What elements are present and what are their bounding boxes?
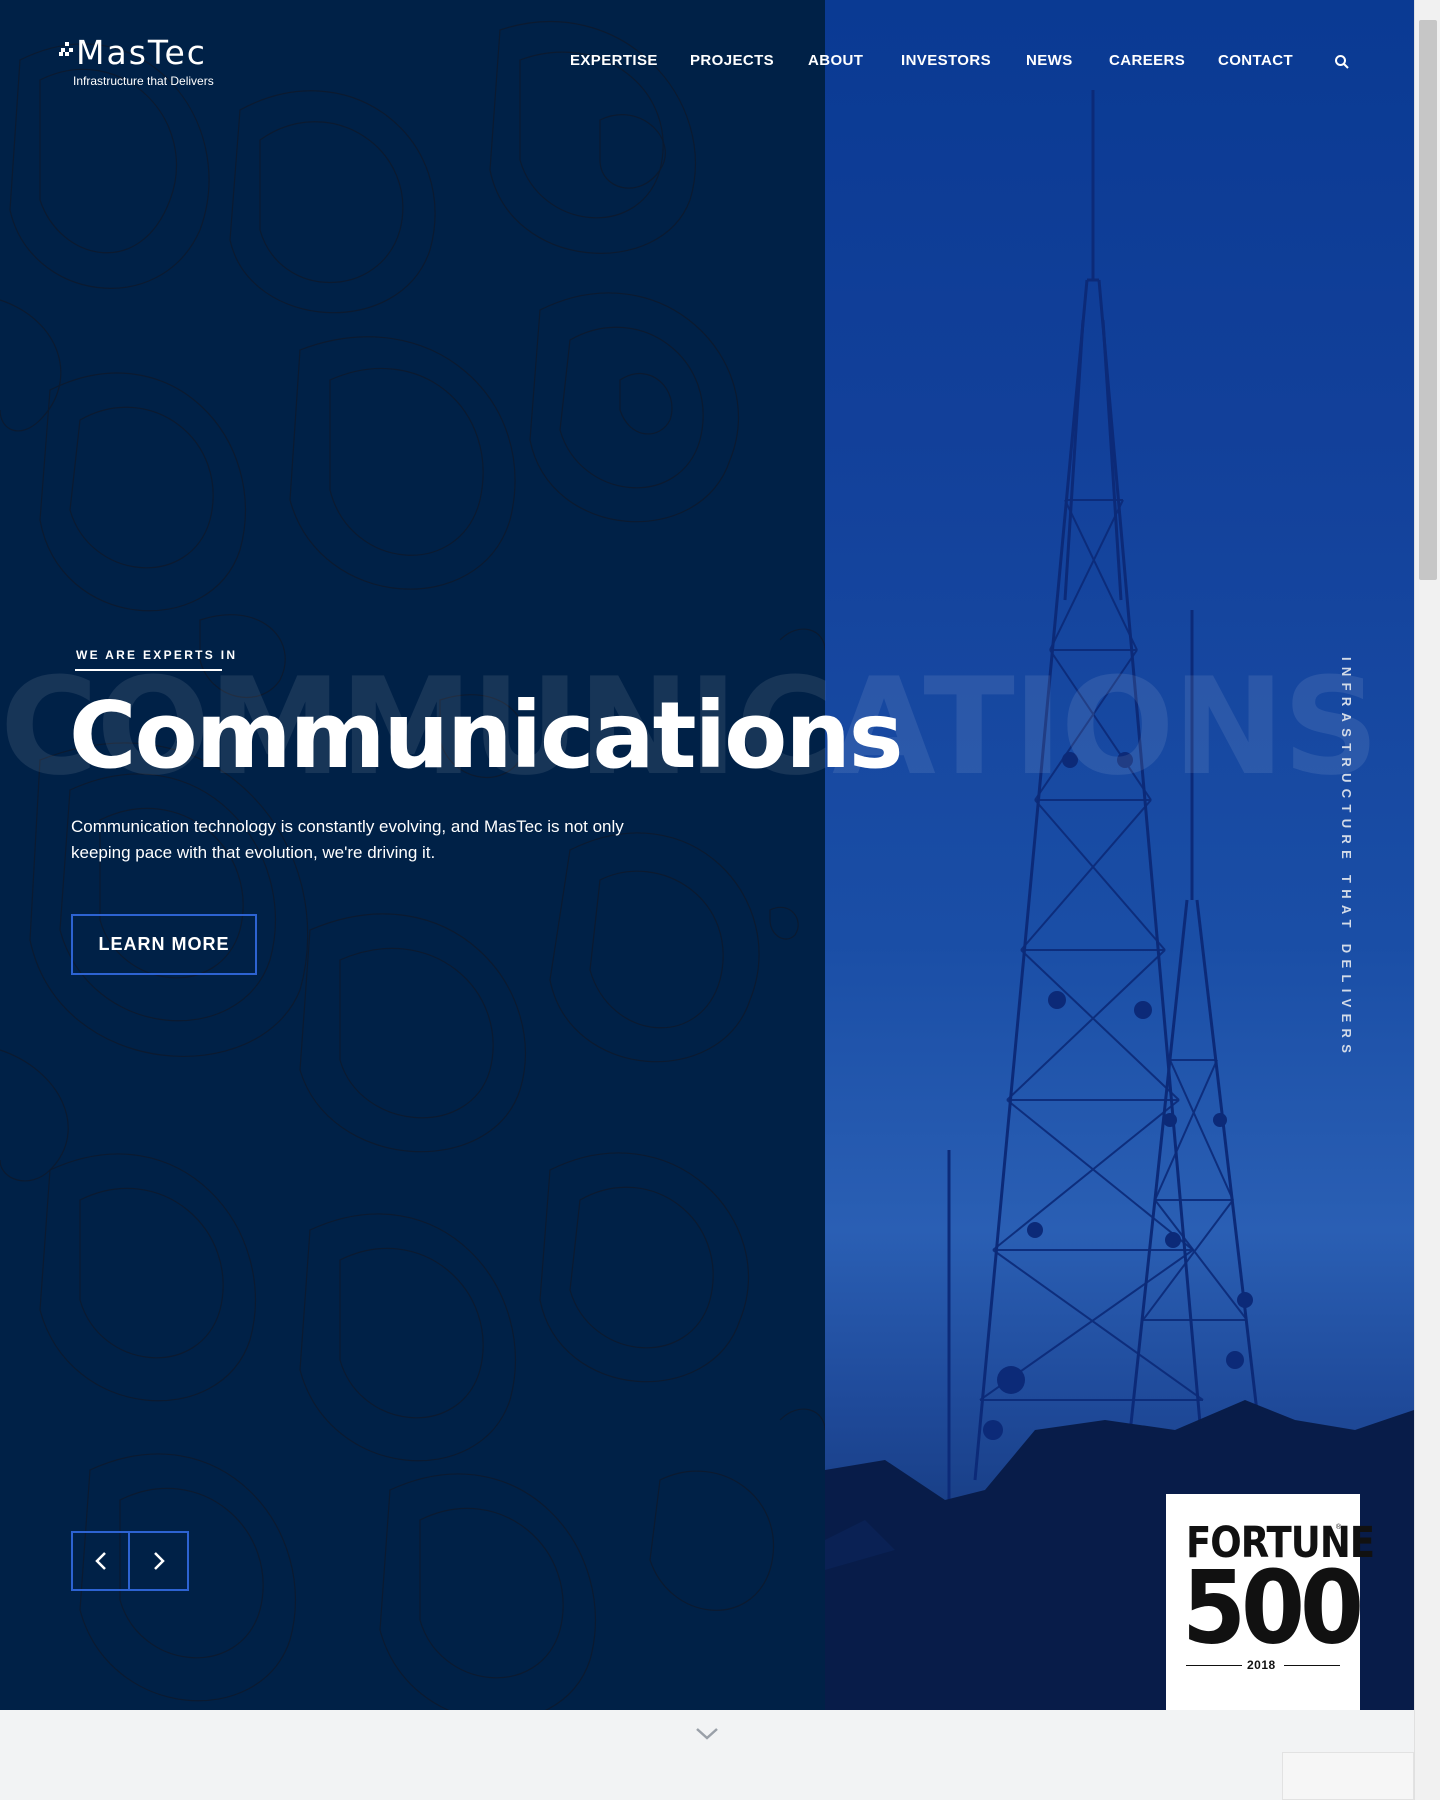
eyebrow-underline [75, 669, 222, 671]
fortune-registered-mark: ® [1336, 1524, 1342, 1531]
learn-more-button[interactable]: LEARN MORE [71, 914, 257, 975]
nav-item-about[interactable]: ABOUT [808, 52, 863, 69]
slider-prev-button[interactable] [73, 1533, 130, 1589]
vertical-tagline-text: INFRASTRUCTURE THAT DELIVERS [1339, 657, 1354, 1060]
scrollbar-thumb[interactable] [1419, 20, 1437, 580]
search-icon[interactable] [1334, 54, 1350, 70]
chevron-down-icon[interactable] [694, 1724, 720, 1744]
hero-section: COMMUNICATIONS MasTec Infrastructure tha… [0, 0, 1414, 1710]
hero-description: Communication technology is constantly e… [71, 817, 624, 862]
nav-item-expertise[interactable]: EXPERTISE [570, 52, 658, 69]
page-scrollbar[interactable] [1414, 0, 1440, 1800]
nav-item-projects[interactable]: PROJECTS [690, 52, 774, 69]
brand-name: MasTec [76, 33, 207, 72]
chevron-right-icon [153, 1552, 165, 1570]
corner-widget[interactable] [1282, 1752, 1414, 1800]
vertical-tagline: INFRASTRUCTURE THAT DELIVERS [1338, 657, 1354, 1059]
nav-item-contact[interactable]: CONTACT [1218, 52, 1293, 69]
fortune-rule-right [1284, 1665, 1340, 1666]
brand-tagline: Infrastructure that Delivers [73, 74, 214, 88]
fortune-500-badge: FORTUNE ® 500 2018 [1166, 1494, 1375, 1710]
hero-headline: Communications [69, 682, 904, 789]
fortune-rule-left [1186, 1665, 1242, 1666]
nav-item-investors[interactable]: INVESTORS [901, 52, 991, 69]
fortune-year: 2018 [1247, 1658, 1276, 1672]
fortune-number: 500 [1182, 1549, 1364, 1667]
slider-next-button[interactable] [130, 1533, 187, 1589]
tower-photo [825, 0, 1414, 1710]
chevron-left-icon [94, 1552, 106, 1570]
nav-item-news[interactable]: NEWS [1026, 52, 1073, 69]
tower-illustration [825, 90, 1414, 1710]
logo-mark-icon [59, 42, 73, 56]
nav-item-careers[interactable]: CAREERS [1109, 52, 1185, 69]
hero-eyebrow: WE ARE EXPERTS IN [76, 648, 238, 662]
slider-controls [71, 1531, 189, 1591]
